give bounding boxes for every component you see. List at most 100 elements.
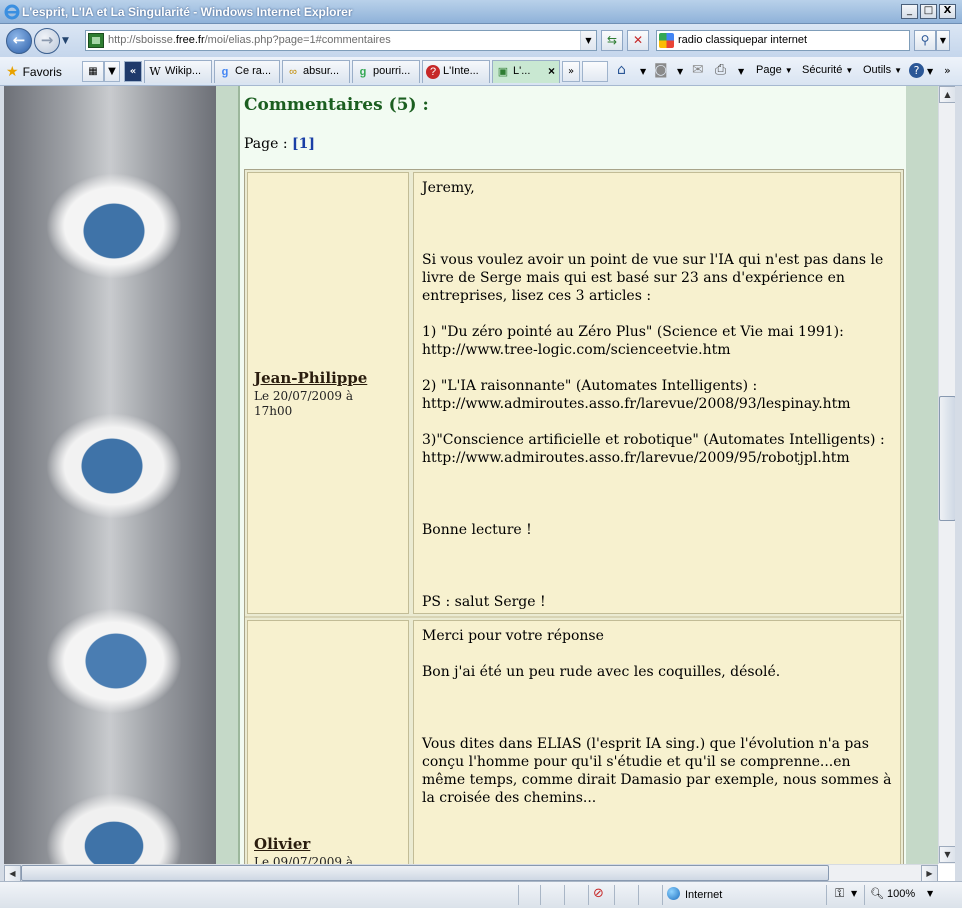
right-margin (906, 86, 938, 864)
window-frame-right (955, 86, 962, 881)
scroll-right-button[interactable]: ▶ (921, 865, 938, 882)
help-dropdown-icon[interactable]: ▼ (927, 67, 933, 76)
security-zone[interactable]: Internet (662, 885, 826, 905)
tab-google-2[interactable]: g pourri... (352, 60, 420, 83)
print-dropdown-icon[interactable]: ▼ (738, 67, 744, 76)
comment-author-link[interactable]: Olivier (254, 835, 310, 853)
close-tab-icon[interactable]: × (548, 61, 555, 82)
globe-icon (667, 887, 680, 900)
tab-absur[interactable]: ∞ absur... (282, 60, 350, 83)
print-icon[interactable]: ⎙ (715, 62, 726, 78)
help-icon[interactable]: ? (909, 63, 924, 78)
vertical-scrollbar[interactable]: ▲ ▼ (938, 86, 956, 864)
status-panel (638, 885, 662, 905)
lock-icon: ⚿ (835, 886, 845, 900)
site-favicon-icon: ▣ (497, 66, 509, 78)
zoom-control[interactable]: 🔍︎ 100% ▼ (864, 885, 940, 905)
privacy-status[interactable]: ⊘ (588, 885, 614, 905)
minimize-button[interactable]: _ (901, 4, 918, 19)
toolbar-overflow-icon[interactable]: » (944, 64, 951, 77)
window-title-bar: L'esprit, L'IA et La Singularité - Windo… (0, 0, 962, 24)
forward-button[interactable]: → (34, 28, 60, 54)
stop-icon: ✕ (632, 33, 644, 47)
page-viewport: Commentaires (5) : Page : [1] Jean-Phili… (4, 86, 938, 864)
star-icon: ★ (6, 63, 19, 79)
zone-label: Internet (667, 887, 722, 901)
comment-row: Jean-Philippe Le 20/07/2009 à 17h00 Jere… (245, 170, 903, 618)
tab-list-dropdown[interactable]: ▼ (104, 61, 120, 82)
feeds-icon[interactable]: ◙ (654, 62, 668, 78)
back-button[interactable]: ← (6, 28, 32, 54)
tab-label: Wikip... (165, 65, 202, 77)
address-field[interactable]: http://sboisse.free.fr/moi/elias.php?pag… (85, 30, 597, 51)
page-link-1[interactable]: [1] (292, 136, 315, 152)
page-menu-label: Page (756, 64, 782, 76)
comment-body: Merci pour votre réponse Bon j'ai été un… (413, 620, 901, 864)
home-dropdown-icon[interactable]: ▼ (640, 67, 646, 76)
tools-menu[interactable]: Outils ▼ (863, 64, 902, 76)
scroll-down-button[interactable]: ▼ (939, 846, 956, 863)
tab-wikipedia[interactable]: W Wikip... (144, 60, 212, 83)
back-arrow-icon: ← (12, 31, 26, 49)
vertical-scroll-thumb[interactable] (939, 396, 956, 521)
zoom-label: 🔍︎ 100% (870, 888, 916, 900)
window-title: L'esprit, L'IA et La Singularité - Windo… (22, 5, 353, 19)
tab-current[interactable]: ▣ L'... × (492, 60, 560, 83)
url-text: http://sboisse.free.fr/moi/elias.php?pag… (108, 34, 391, 46)
favorites-toolbar: ★ Favoris ▦ ▼ « W Wikip... g Ce ra... ∞ absu… (0, 57, 962, 86)
tab-label: L'... (513, 65, 531, 77)
search-provider-icon (659, 33, 674, 48)
comment-row: Olivier Le 09/07/2009 à Merci pour votre… (245, 618, 903, 864)
dropdown-icon: ▼ (851, 889, 858, 898)
comment-body: Jeremy, Si vous voulez avoir un point de… (413, 172, 901, 614)
google-icon: g (359, 66, 367, 78)
search-icon: ⚲ (920, 33, 930, 47)
security-menu-label: Sécurité (802, 64, 843, 76)
scroll-up-button[interactable]: ▲ (939, 86, 956, 103)
help-icon: ? (426, 65, 440, 79)
status-panel (564, 885, 588, 905)
favorites-label: Favoris (22, 65, 62, 79)
tab-label: L'Inte... (443, 65, 479, 77)
tab-label: absur... (303, 65, 340, 77)
protected-mode-status[interactable]: ⚿ ▼ (826, 885, 864, 905)
maximize-button[interactable]: □ (920, 4, 937, 19)
comments-heading: Commentaires (5) : (244, 95, 429, 115)
mail-icon[interactable]: ✉ (692, 62, 704, 78)
address-dropdown-button[interactable]: ▼ (580, 31, 596, 50)
page-menu[interactable]: Page ▼ (756, 64, 793, 76)
comments-table: Jean-Philippe Le 20/07/2009 à 17h00 Jere… (244, 169, 904, 864)
quick-tabs-button[interactable]: ▦ (82, 61, 104, 82)
home-icon[interactable]: ⌂ (617, 62, 626, 78)
security-menu[interactable]: Sécurité ▼ (802, 64, 853, 76)
search-input[interactable]: radio classiquepar internet (656, 30, 910, 51)
favorites-button[interactable]: ★ Favoris (6, 63, 62, 80)
feeds-dropdown-icon[interactable]: ▼ (677, 67, 683, 76)
zoom-dropdown-icon[interactable]: ▼ (927, 889, 933, 898)
status-panel (540, 885, 564, 905)
address-toolbar: ← → ▼ http://sboisse.free.fr/moi/elias.p… (0, 24, 962, 57)
horizontal-scroll-thumb[interactable] (21, 865, 829, 881)
refresh-button[interactable]: ⇆ (601, 30, 623, 51)
internet-explorer-icon (4, 4, 20, 20)
stop-button[interactable]: ✕ (627, 30, 649, 51)
comment-text: Merci pour votre réponse Bon j'ai été un… (422, 628, 892, 806)
tab-google-1[interactable]: g Ce ra... (214, 60, 280, 83)
search-options-dropdown[interactable]: ▼ (936, 30, 950, 51)
more-tabs-button[interactable]: » (562, 61, 580, 82)
comment-author-link[interactable]: Jean-Philippe (254, 369, 367, 387)
horizontal-scrollbar[interactable]: ◀ ▶ (4, 864, 938, 882)
new-tab-button[interactable] (582, 61, 608, 82)
tab-linternaute[interactable]: ? L'Inte... (422, 60, 490, 83)
recent-pages-dropdown[interactable]: ▼ (62, 36, 69, 46)
google-icon: g (221, 66, 229, 78)
scroll-tabs-left-button[interactable]: « (124, 61, 142, 82)
tab-label: Ce ra... (235, 65, 272, 77)
comment-date: Le 09/07/2009 à (254, 855, 354, 864)
search-button[interactable]: ⚲ (914, 30, 936, 51)
close-window-button[interactable]: X (939, 4, 956, 19)
scroll-left-button[interactable]: ◀ (4, 865, 21, 882)
wikipedia-icon: W (149, 65, 161, 78)
comment-text: Jeremy, Si vous voulez avoir un point de… (422, 180, 885, 610)
pager-label: Page : (244, 136, 293, 152)
